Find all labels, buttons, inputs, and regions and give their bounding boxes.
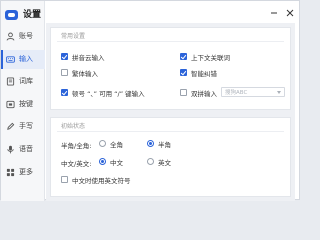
sidebar-item-handwriting[interactable]: 手写	[1, 117, 45, 136]
dropdown-value: 搜狗ABC	[225, 90, 248, 96]
radio-unselected[interactable]	[99, 140, 106, 147]
option-label: 半角	[158, 140, 171, 149]
cn-en-label: 中文/英文:	[61, 160, 92, 168]
divider	[57, 131, 284, 132]
sidebar-item-label: 词库	[19, 77, 33, 85]
minimize-icon	[270, 2, 278, 21]
initial-state-panel: 初始状态 半角/全角: 全角 半角 中文/英文: 中文 英文 中文时使用英文符号	[50, 117, 291, 197]
sidebar-item-label: 更多	[19, 168, 33, 176]
radio-english[interactable]: 英文	[147, 156, 171, 167]
sidebar: 设置 账号 输入 词库 按键 手写 语音 更多	[1, 1, 45, 201]
pen-icon	[6, 122, 15, 131]
chevron-down-icon	[277, 91, 281, 94]
close-button[interactable]	[284, 5, 296, 17]
option-label: 中文时使用英文符号	[72, 176, 131, 185]
common-settings-panel: 常用设置 拼音云输入 上下文关联词 繁体输入 智能纠错 顿号 “、” 可用 “/…	[50, 27, 291, 110]
radio-selected[interactable]	[147, 140, 154, 147]
checkbox-checked[interactable]	[61, 53, 68, 60]
keyboard-icon	[6, 55, 15, 64]
option-label: 英文	[158, 158, 171, 167]
radio-halfwidth[interactable]: 半角	[147, 138, 171, 149]
option-slash-dunhao[interactable]: 顿号 “、” 可用 “/” 键输入	[61, 87, 145, 98]
sidebar-item-label: 手写	[19, 122, 33, 130]
radio-unselected[interactable]	[147, 158, 154, 165]
option-context-words[interactable]: 上下文关联词	[180, 51, 230, 62]
grid-icon	[6, 168, 15, 177]
user-icon	[6, 32, 15, 41]
section-title: 常用设置	[61, 33, 86, 40]
app-title: 设置	[23, 10, 42, 20]
option-label: 双拼输入	[191, 89, 217, 98]
radio-chinese[interactable]: 中文	[99, 156, 123, 167]
option-label: 繁体输入	[72, 69, 98, 78]
microphone-icon	[6, 145, 15, 154]
sidebar-item-input[interactable]: 输入	[1, 50, 45, 69]
half-full-label: 半角/全角:	[61, 142, 92, 150]
radio-fullwidth[interactable]: 全角	[99, 138, 123, 149]
settings-window: 设置 账号 输入 词库 按键 手写 语音 更多 常用设置 拼音云输入 上下文关联…	[0, 0, 300, 201]
sidebar-item-label: 按键	[19, 100, 33, 108]
option-autocorrect[interactable]: 智能纠错	[180, 67, 217, 78]
sidebar-item-dictionary[interactable]: 词库	[1, 72, 45, 91]
dictionary-icon	[6, 77, 15, 86]
checkbox-unchecked[interactable]	[61, 69, 68, 76]
radio-selected[interactable]	[99, 158, 106, 165]
key-icon	[6, 100, 15, 109]
option-label: 全角	[110, 140, 123, 149]
option-traditional[interactable]: 繁体输入	[61, 67, 98, 78]
option-label: 中文	[110, 158, 123, 167]
option-cloud-input[interactable]: 拼音云输入	[61, 51, 105, 62]
settings-content: 常用设置 拼音云输入 上下文关联词 繁体输入 智能纠错 顿号 “、” 可用 “/…	[46, 23, 295, 201]
checkbox-unchecked[interactable]	[180, 89, 187, 96]
option-label: 上下文关联词	[191, 53, 230, 62]
checkbox-unchecked[interactable]	[61, 176, 68, 183]
sidebar-item-voice[interactable]: 语音	[1, 140, 45, 159]
shuangpin-scheme-dropdown[interactable]: 搜狗ABC	[221, 87, 285, 97]
checkbox-checked[interactable]	[180, 69, 187, 76]
option-shuangpin[interactable]: 双拼输入	[180, 87, 217, 98]
section-title: 初始状态	[61, 123, 86, 130]
checkbox-checked[interactable]	[180, 53, 187, 60]
app-logo-icon	[5, 10, 18, 20]
sidebar-item-account[interactable]: 账号	[1, 27, 45, 46]
option-label: 顿号 “、” 可用 “/” 键输入	[72, 89, 145, 98]
sidebar-item-label: 输入	[19, 55, 33, 63]
divider	[57, 41, 284, 42]
option-label: 智能纠错	[191, 69, 217, 78]
sidebar-item-label: 账号	[19, 32, 33, 40]
option-label: 拼音云输入	[72, 53, 105, 62]
sidebar-item-keys[interactable]: 按键	[1, 95, 45, 114]
checkbox-checked[interactable]	[61, 89, 68, 96]
sidebar-item-more[interactable]: 更多	[1, 163, 45, 182]
minimize-button[interactable]	[268, 5, 280, 17]
option-english-punct-in-chinese[interactable]: 中文时使用英文符号	[61, 174, 131, 185]
close-icon	[286, 2, 294, 21]
sidebar-item-label: 语音	[19, 145, 33, 153]
